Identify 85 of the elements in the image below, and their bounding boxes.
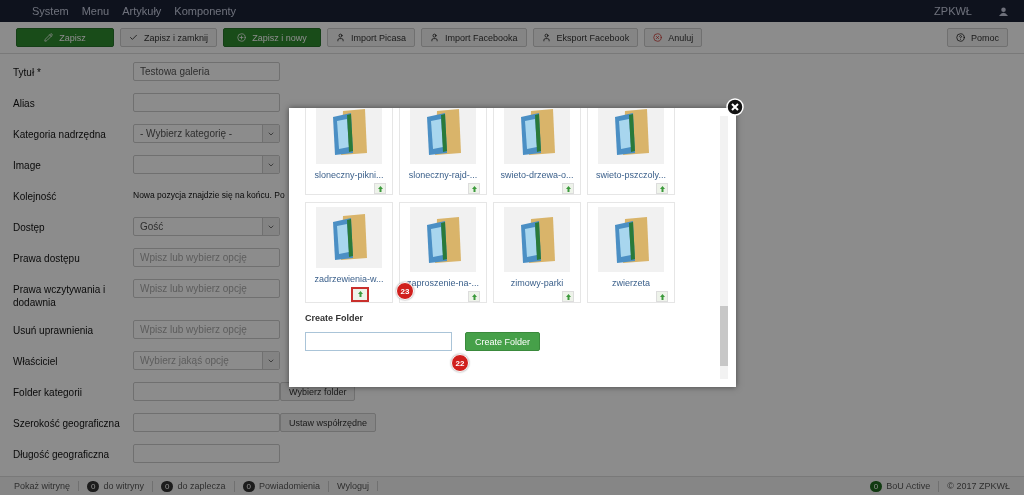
nav-menu-item[interactable]: Artykuły <box>122 5 162 17</box>
select-field[interactable] <box>133 155 280 174</box>
folder-tile[interactable]: swieto-pszczoly... <box>587 108 675 195</box>
insert-icon <box>565 185 571 192</box>
status-link[interactable]: do witryny <box>103 481 144 491</box>
select-field[interactable]: - Wybierz kategorię - <box>133 124 280 143</box>
folder-name: zimowy-parki <box>510 278 564 289</box>
folder-tile[interactable]: sloneczny-rajd-... <box>399 108 487 195</box>
folder-tile[interactable]: zwierzeta <box>587 202 675 303</box>
edit-icon <box>44 33 54 42</box>
field-label: Szerokość geograficzna <box>13 417 121 430</box>
count-badge: 0 <box>161 480 174 492</box>
nav-menu-item[interactable]: Komponenty <box>174 5 237 17</box>
help-icon <box>956 33 965 42</box>
folder-tile[interactable]: sloneczny-pikni... <box>305 108 393 195</box>
check-icon <box>129 33 138 42</box>
field-label: Dostęp <box>13 221 46 234</box>
status-link[interactable]: do zaplecza <box>177 481 226 491</box>
folder-name: zadrzewienia-w... <box>314 273 384 284</box>
folder-name: zwierzeta <box>612 278 650 289</box>
insert-button[interactable] <box>351 286 369 302</box>
folder-name: sloneczny-rajd-... <box>408 170 478 181</box>
folder-name: zaproszenie-na-... <box>406 278 479 289</box>
field-label: Image <box>13 159 42 172</box>
create-folder-button[interactable]: Create Folder <box>465 332 541 351</box>
input-field[interactable]: Testowa galeria <box>133 62 280 81</box>
folder-tile[interactable]: zimowy-parki <box>493 202 581 303</box>
plus-icon <box>237 33 247 42</box>
field-button[interactable]: Ustaw współrzędne <box>280 413 377 432</box>
scrollbar[interactable] <box>720 116 728 379</box>
folder-name: sloneczny-pikni... <box>314 170 384 181</box>
select-field[interactable]: Gość <box>133 217 280 236</box>
folder-tile[interactable]: swieto-drzewa-o... <box>493 108 581 195</box>
folder-name: swieto-drzewa-o... <box>500 170 574 181</box>
count-badge: 0 <box>242 480 255 492</box>
field-label: Długość geograficzna <box>13 448 111 461</box>
user-icon[interactable] <box>999 6 1008 16</box>
insert-icon <box>357 291 363 298</box>
toolbar-button[interactable]: Zapisz i nowy <box>223 28 321 47</box>
step-badge: 22 <box>451 354 469 372</box>
copyright-text: © 2017 ZPKWŁ <box>947 481 1010 491</box>
insert-icon <box>659 185 665 192</box>
folder-name-input[interactable] <box>305 332 452 351</box>
field-label: Folder kategorii <box>13 386 83 399</box>
insert-icon <box>471 293 477 300</box>
field-label: Kolejność <box>13 190 58 203</box>
site-link[interactable]: ZPKWŁ <box>934 5 972 17</box>
status-link[interactable]: Powiadomienia <box>258 481 320 491</box>
field-label: Właściciel <box>13 355 59 368</box>
ordering-note: Nowa pozycja znajdzie się na końcu. Po <box>133 189 285 200</box>
field-label: Usuń uprawnienia <box>13 324 95 337</box>
insert-icon <box>659 293 665 300</box>
status-link[interactable]: BoU Active <box>886 481 931 491</box>
toolbar-button[interactable]: Eksport Facebook <box>532 28 639 47</box>
person-icon <box>336 33 345 42</box>
field-label: Prawa wczytywania i dodawnia <box>13 283 107 309</box>
person-icon <box>541 33 551 42</box>
input-field[interactable] <box>133 93 280 112</box>
insert-icon <box>471 185 477 192</box>
count-badge: 0 <box>869 480 883 492</box>
input-field[interactable] <box>133 413 280 432</box>
status-link[interactable]: Wyloguj <box>337 481 369 491</box>
field-label: Tytuł * <box>13 66 42 79</box>
toolbar-button[interactable]: Zapisz <box>16 28 114 47</box>
field-label: Kategoria nadrzędna <box>13 128 107 141</box>
folder-name: swieto-pszczoly... <box>596 170 666 181</box>
toolbar-button[interactable]: Anuluj <box>644 28 703 47</box>
input-field[interactable] <box>133 382 280 401</box>
status-link[interactable]: Pokaż witrynę <box>14 481 71 491</box>
count-badge: 0 <box>87 480 100 492</box>
insert-icon <box>565 293 571 300</box>
insert-icon <box>377 185 383 192</box>
close-icon[interactable] <box>726 98 744 116</box>
field-label: Prawa dostępu <box>13 252 81 265</box>
nav-menu-item[interactable]: Menu <box>81 5 110 17</box>
nav-menu-item[interactable]: System <box>32 5 69 17</box>
field-label: Alias <box>13 97 36 110</box>
folder-tile[interactable]: zadrzewienia-w... <box>305 202 393 303</box>
toolbar-button[interactable]: Import Facebooka <box>421 28 527 47</box>
cancel-icon <box>653 33 663 42</box>
person-icon <box>430 33 440 42</box>
help-button[interactable]: Pomoc <box>947 28 1008 47</box>
input-field[interactable] <box>133 444 280 463</box>
section-title: Create Folder <box>305 313 365 323</box>
toolbar-button[interactable]: Import Picasa <box>327 28 416 47</box>
